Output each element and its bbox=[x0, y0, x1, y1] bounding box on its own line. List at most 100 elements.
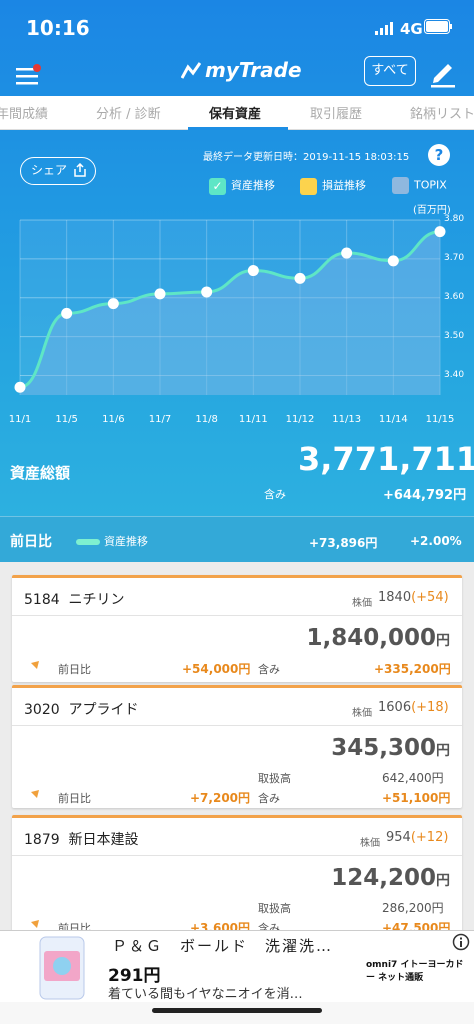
day-change-bar: 前日比 資産推移 +73,896円 +2.00% bbox=[0, 516, 474, 562]
data-point bbox=[107, 298, 119, 310]
incl-value: +335,200円 bbox=[374, 662, 451, 676]
tab-annual[interactable]: 年間成績 bbox=[0, 103, 48, 122]
holding-value: 1,840,000円 bbox=[306, 625, 451, 651]
day-change-label: 前日比 bbox=[10, 534, 52, 550]
data-point bbox=[201, 286, 213, 298]
legend-profit[interactable]: 損益推移 bbox=[300, 177, 366, 195]
data-point bbox=[294, 272, 306, 284]
data-point bbox=[434, 226, 446, 238]
total-assets-value: 3,771,711円 bbox=[298, 440, 474, 478]
y-tick-label: 3.70 bbox=[444, 252, 465, 263]
incl-label: 含み bbox=[258, 792, 280, 805]
x-tick-label: 11/13 bbox=[332, 414, 362, 425]
price-label: 株価 bbox=[360, 838, 380, 849]
status-time: 10:16 bbox=[26, 16, 90, 40]
data-point bbox=[387, 255, 399, 267]
checkbox-checked-icon: ✓ bbox=[209, 177, 226, 195]
day-value: +54,000円 bbox=[182, 662, 251, 676]
help-icon[interactable]: ? bbox=[428, 144, 450, 166]
share-button[interactable]: シェア bbox=[20, 157, 96, 185]
x-tick-label: 11/11 bbox=[238, 414, 268, 425]
legend-line-icon bbox=[76, 539, 100, 545]
unrealized-label: 含み bbox=[264, 488, 286, 501]
stock-code-name: 1879 新日本建設 bbox=[24, 832, 139, 848]
signal-icon bbox=[375, 22, 393, 35]
data-point bbox=[341, 247, 353, 259]
tab-analysis[interactable]: 分析 / 診断 bbox=[96, 103, 161, 122]
cost-label: 取扱高 bbox=[258, 902, 291, 915]
cost-label: 取扱高 bbox=[258, 772, 291, 785]
up-trend-arrow-icon bbox=[25, 790, 39, 804]
x-tick-label: 11/7 bbox=[148, 414, 172, 425]
x-tick-label: 11/6 bbox=[102, 414, 125, 425]
y-tick-label: 3.50 bbox=[444, 330, 465, 341]
edit-icon[interactable] bbox=[428, 58, 458, 88]
battery-icon bbox=[424, 19, 452, 34]
day-value: +7,200円 bbox=[190, 791, 251, 805]
x-tick-label: 11/12 bbox=[285, 414, 315, 425]
legend-swatch bbox=[300, 177, 317, 195]
asset-chart[interactable] bbox=[0, 210, 474, 425]
legend-asset[interactable]: ✓ 資産推移 bbox=[209, 177, 275, 195]
menu-icon[interactable] bbox=[16, 64, 42, 86]
tab-bar: 年間成績 分析 / 診断 保有資産 取引履歴 銘柄リスト bbox=[0, 96, 474, 130]
app-title: myTrade bbox=[205, 58, 302, 82]
ad-description: 着ている間もイヤなニオイを消… bbox=[108, 987, 303, 1002]
tab-stock-list[interactable]: 銘柄リスト bbox=[410, 103, 474, 122]
holding-card[interactable]: 5184 ニチリン 株価 1840(+54) 1,840,000円 前日比 +5… bbox=[12, 575, 462, 682]
data-point bbox=[247, 265, 259, 277]
day-legend: 資産推移 bbox=[76, 533, 148, 549]
stock-price: 1840(+54) bbox=[378, 590, 449, 605]
home-indicator[interactable] bbox=[152, 1008, 322, 1013]
stock-price: 954(+12) bbox=[386, 830, 449, 845]
y-tick-label: 3.80 bbox=[444, 214, 465, 224]
price-label: 株価 bbox=[352, 598, 372, 609]
app-logo-icon bbox=[181, 62, 201, 79]
stock-code-name: 5184 ニチリン bbox=[24, 592, 125, 608]
all-button[interactable]: すべて bbox=[364, 56, 416, 86]
data-point bbox=[61, 307, 73, 319]
active-tab-indicator bbox=[188, 127, 288, 130]
day-change-percent: +2.00% bbox=[410, 534, 462, 548]
total-assets-label: 資産総額 bbox=[10, 464, 71, 482]
product-image bbox=[39, 936, 85, 1000]
share-icon bbox=[74, 163, 86, 177]
x-tick-label: 11/14 bbox=[378, 414, 408, 425]
holding-card[interactable]: 1879 新日本建設 株価 954(+12) 124,200円 取扱高 286,… bbox=[12, 815, 462, 938]
legend-topix[interactable]: TOPIX bbox=[392, 177, 447, 194]
tab-holdings[interactable]: 保有資産 bbox=[209, 103, 261, 122]
incl-value: +51,100円 bbox=[382, 791, 451, 805]
x-tick-label: 11/5 bbox=[55, 414, 78, 425]
day-label: 前日比 bbox=[58, 792, 91, 805]
info-icon[interactable] bbox=[452, 933, 470, 951]
stock-price: 1606(+18) bbox=[378, 700, 449, 715]
cost-value: 286,200円 bbox=[382, 901, 444, 915]
x-tick-label: 11/8 bbox=[195, 414, 218, 425]
holding-card[interactable]: 3020 アプライド 株価 1606(+18) 345,300円 取扱高 642… bbox=[12, 685, 462, 808]
tab-history[interactable]: 取引履歴 bbox=[310, 103, 362, 122]
day-label: 前日比 bbox=[58, 663, 91, 676]
data-point bbox=[14, 381, 26, 393]
data-point bbox=[154, 288, 166, 300]
cost-value: 642,400円 bbox=[382, 771, 444, 785]
last-update-text: 最終データ更新日時：2019-11-15 18:03:15 bbox=[203, 152, 410, 163]
y-tick-label: 3.40 bbox=[444, 369, 465, 380]
x-tick-label: 11/15 bbox=[425, 414, 455, 425]
ad-banner[interactable]: Ｐ＆Ｇ ボールド 洗濯洗… 291円 着ている間もイヤなニオイを消… omni7… bbox=[0, 930, 474, 1002]
stock-code-name: 3020 アプライド bbox=[24, 702, 139, 718]
price-label: 株価 bbox=[352, 708, 372, 719]
day-change-value: +73,896円 bbox=[309, 536, 378, 550]
share-label: シェア bbox=[31, 163, 68, 177]
ad-brand: omni7 イトーヨーカドー ネット通販 bbox=[366, 960, 464, 983]
unrealized-value: +644,792円 bbox=[383, 488, 467, 503]
incl-label: 含み bbox=[258, 663, 280, 676]
home-area bbox=[0, 1002, 474, 1024]
network-label: 4G bbox=[400, 20, 423, 38]
status-bar: 10:16 4G bbox=[0, 0, 474, 52]
ad-title: Ｐ＆Ｇ ボールド 洗濯洗… bbox=[112, 937, 334, 955]
holding-value: 345,300円 bbox=[331, 735, 450, 761]
legend-swatch bbox=[392, 177, 409, 194]
y-tick-label: 3.60 bbox=[444, 291, 465, 302]
holding-value: 124,200円 bbox=[331, 865, 450, 891]
up-trend-arrow-icon bbox=[25, 661, 39, 675]
